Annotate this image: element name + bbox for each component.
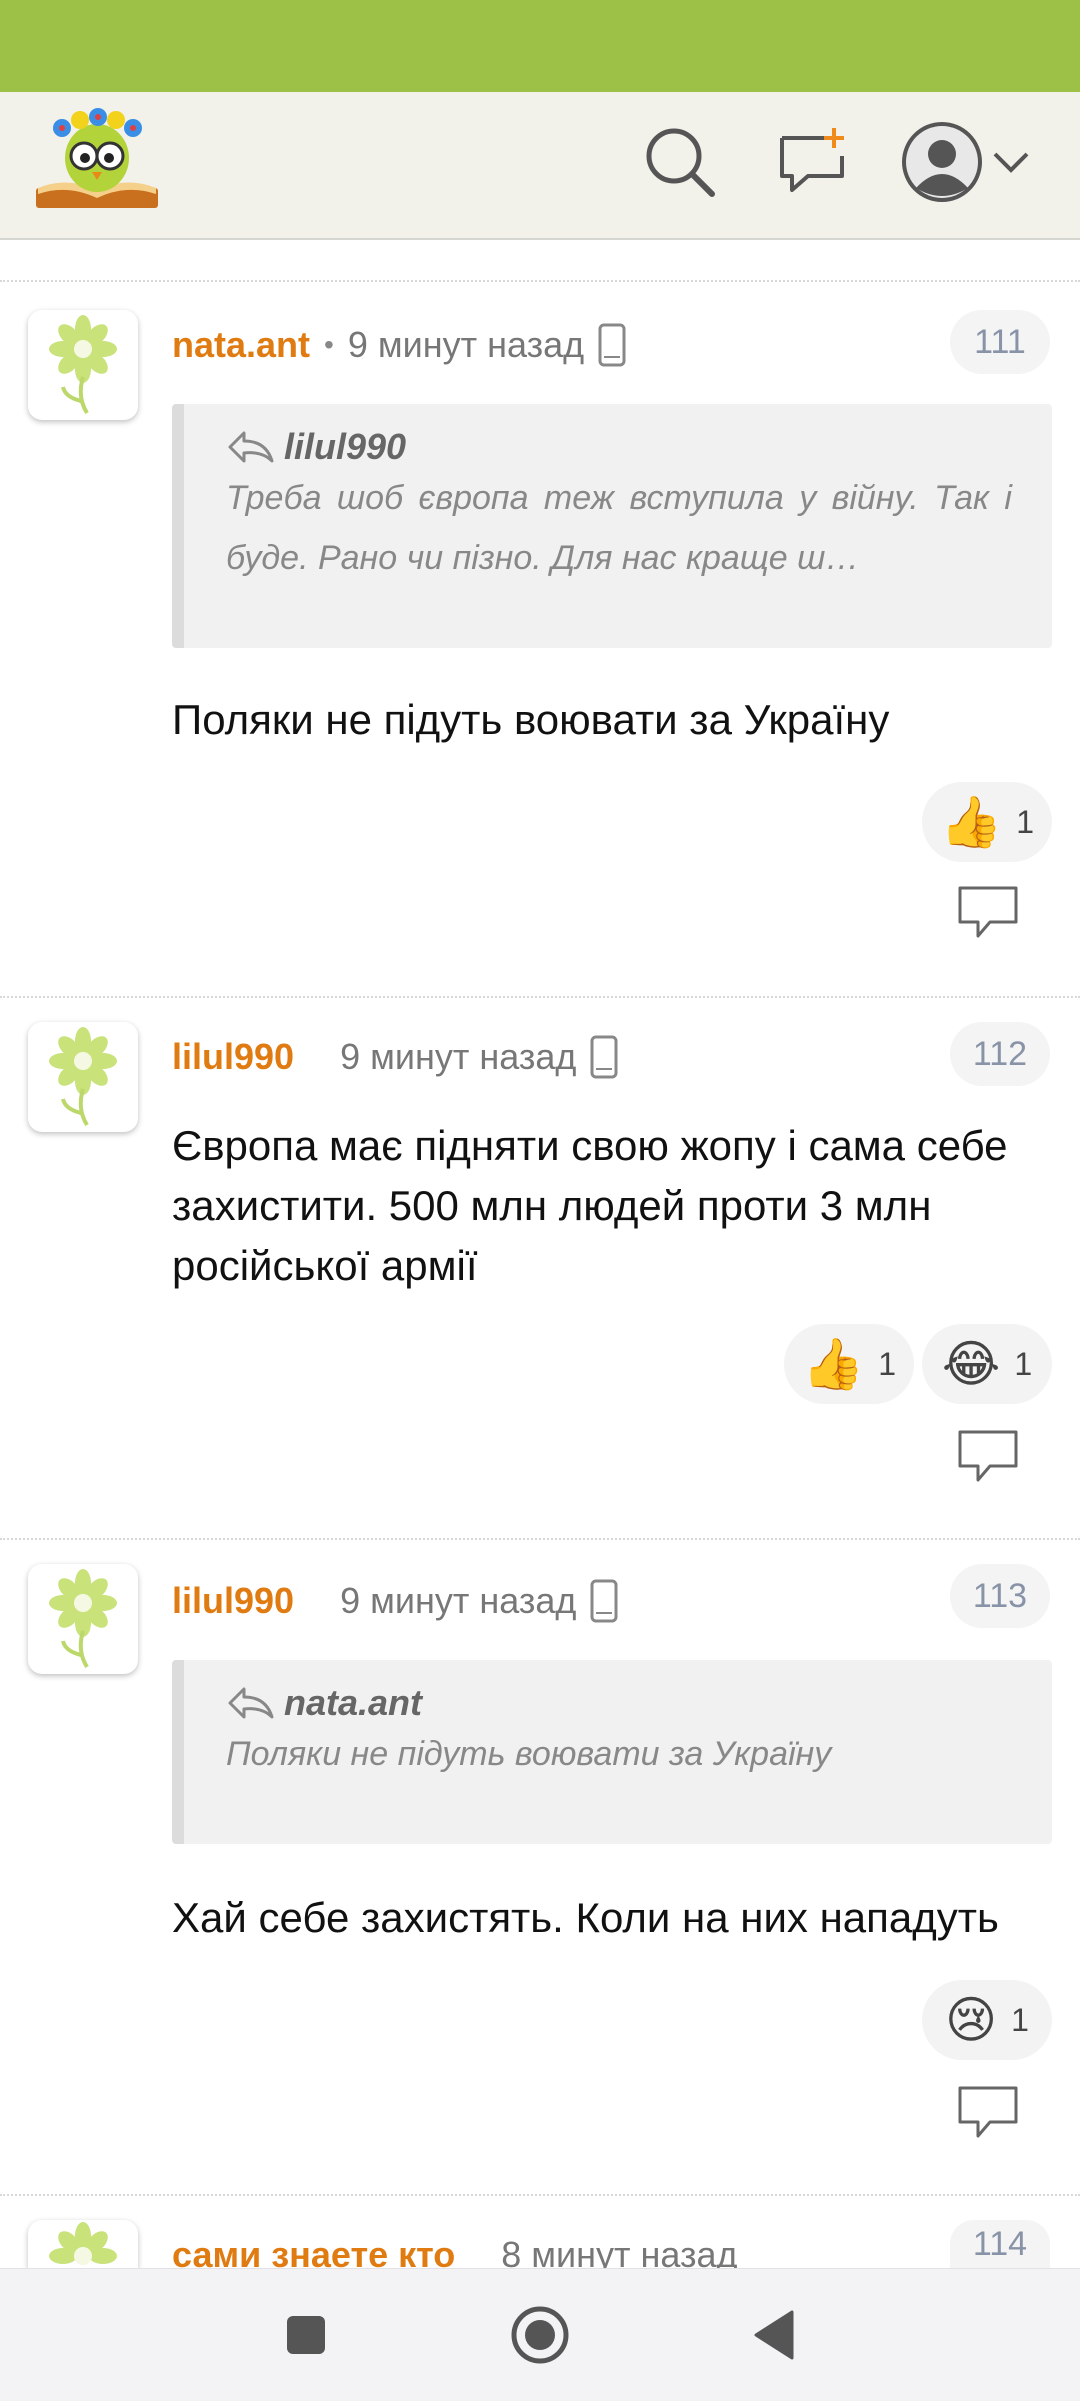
reaction-laugh[interactable]: 😂 1 (922, 1324, 1052, 1404)
comment-text: Європа має підняти свою жопу і сама себе… (172, 1122, 1008, 1289)
search-icon[interactable] (640, 122, 720, 202)
comment-text: Хай себе захистять. Коли на них нападуть (172, 1894, 999, 1941)
quote-text: Треба шоб європа теж вступила у війну. Т… (226, 479, 1012, 577)
reaction-cry[interactable]: 😢 1 (922, 1980, 1052, 2060)
comment-meta: lilul990 9 минут назад (172, 1032, 618, 1082)
reply-icon[interactable] (956, 2084, 1020, 2142)
reply-arrow-icon (228, 431, 274, 463)
laughing-emoji: 😂 (941, 1336, 1001, 1392)
quoted-comment[interactable]: nata.ant Поляки не підуть воювати за Укр… (172, 1660, 1052, 1844)
quote-author-name: lilul990 (284, 426, 407, 467)
quote-author: lilul990 (226, 426, 1012, 468)
quote-author-name: nata.ant (284, 1682, 423, 1723)
chevron-down-icon[interactable] (988, 122, 1034, 202)
reaction-count: 1 (1011, 2001, 1029, 2038)
avatar[interactable] (28, 310, 138, 420)
owl-on-book-logo[interactable] (32, 106, 162, 216)
reply-arrow-icon (228, 1687, 274, 1719)
divider (0, 2194, 1080, 2196)
square-icon[interactable] (276, 2305, 336, 2365)
comment-number-badge[interactable]: 114 (950, 2220, 1050, 2268)
user-avatar-icon[interactable] (900, 120, 984, 204)
timestamp: 9 минут назад (347, 324, 585, 365)
app-header (0, 92, 1080, 240)
thumbs-up-emoji: 👍 (939, 794, 1003, 850)
username-link[interactable]: lilul990 (172, 1036, 294, 1078)
status-bar (0, 0, 1080, 92)
comment-number-badge[interactable]: 113 (950, 1564, 1050, 1628)
mobile-device-icon (590, 1035, 618, 1079)
crying-emoji: 😢 (945, 1992, 998, 2048)
avatar[interactable] (28, 2220, 138, 2268)
reaction-like[interactable]: 👍 1 (922, 782, 1052, 862)
thumbs-up-emoji: 👍 (801, 1336, 865, 1392)
reaction-count: 1 (1014, 1345, 1033, 1382)
comment-text: Поляки не підуть воювати за Україну (172, 696, 890, 743)
divider (0, 996, 1080, 998)
timestamp: 9 минут назад (340, 1580, 577, 1621)
comment-meta: lilul990 9 минут назад (172, 1576, 618, 1626)
circle-home-icon[interactable] (510, 2305, 570, 2365)
mobile-device-icon (590, 1579, 618, 1623)
reply-icon[interactable] (956, 1428, 1020, 1486)
timestamp: 9 минут назад (340, 1036, 577, 1077)
quote-text: Поляки не підуть воювати за Україну (226, 1735, 832, 1773)
reaction-like[interactable]: 👍 1 (784, 1324, 914, 1404)
comment-number-badge[interactable]: 112 (950, 1022, 1050, 1086)
triangle-back-icon[interactable] (744, 2305, 804, 2365)
avatar[interactable] (28, 1022, 138, 1132)
quoted-comment[interactable]: lilul990 Треба шоб європа теж вступила у… (172, 404, 1052, 648)
comment-meta: nata.ant • 9 минут назад (172, 320, 626, 370)
meta-separator: • (324, 329, 334, 360)
reaction-count: 1 (878, 1345, 897, 1382)
quote-author: nata.ant (226, 1682, 1012, 1724)
divider (0, 280, 1080, 282)
avatar[interactable] (28, 1564, 138, 1674)
new-comment-icon[interactable] (772, 122, 852, 202)
username-link[interactable]: lilul990 (172, 1580, 294, 1622)
reaction-count: 1 (1016, 803, 1035, 840)
reply-icon[interactable] (956, 884, 1020, 942)
comment-number-badge[interactable]: 111 (950, 310, 1050, 374)
username-link[interactable]: nata.ant (172, 324, 310, 366)
divider (0, 1538, 1080, 1540)
system-nav-bar (0, 2268, 1080, 2401)
mobile-device-icon (598, 323, 626, 367)
